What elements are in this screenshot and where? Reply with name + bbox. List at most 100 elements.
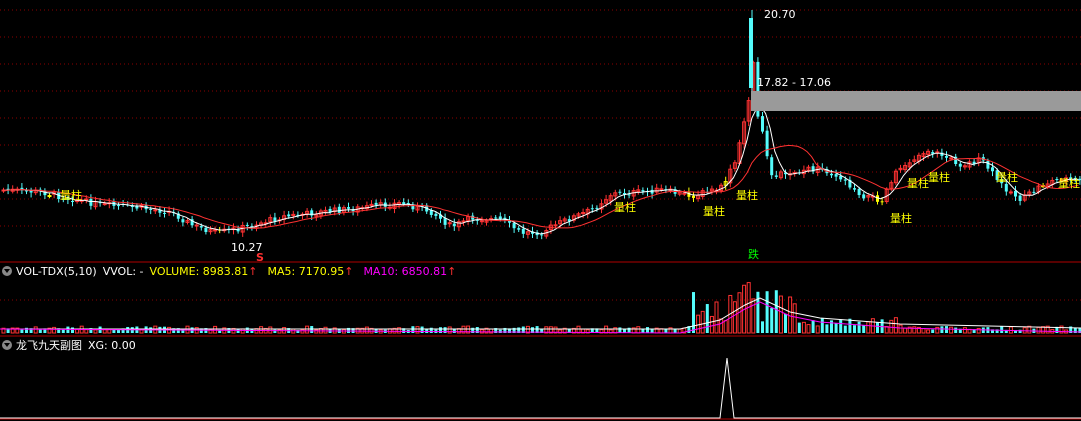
ma5-value: MA5: 7170.95 bbox=[267, 264, 345, 278]
volume-bar bbox=[954, 327, 958, 333]
candle-body bbox=[830, 173, 833, 176]
candle-body bbox=[659, 188, 664, 191]
volume-bar bbox=[935, 326, 940, 334]
volume-bar bbox=[305, 325, 310, 334]
candle-body bbox=[47, 195, 52, 198]
volume-bar bbox=[926, 329, 931, 334]
volume-tag: 量柱 bbox=[614, 201, 636, 214]
volume-bar bbox=[700, 310, 705, 334]
volume-tag: 量柱 bbox=[890, 212, 912, 225]
candle-body bbox=[213, 229, 218, 232]
candle-body bbox=[682, 192, 687, 195]
candle-body bbox=[199, 226, 203, 228]
volume-bar bbox=[931, 329, 935, 333]
moving-average-lines bbox=[1, 106, 1079, 235]
volume-bar bbox=[792, 303, 797, 334]
volume-bar bbox=[778, 295, 783, 334]
volume-bar bbox=[604, 325, 609, 334]
candle-body bbox=[595, 207, 599, 209]
candle-body bbox=[102, 203, 107, 206]
candle-body bbox=[986, 160, 990, 169]
volume-bar bbox=[102, 329, 107, 334]
drop-marker: 跌 bbox=[748, 248, 759, 261]
volume-tag: 量柱 bbox=[907, 177, 929, 190]
volume-bar bbox=[52, 326, 57, 334]
candle-body bbox=[89, 198, 93, 206]
candle-body bbox=[1018, 195, 1022, 201]
volume-tag: 量柱 bbox=[1058, 177, 1080, 190]
vol-indicator-name[interactable]: VOL-TDX(5,10) bbox=[16, 265, 97, 278]
candle-body bbox=[84, 198, 89, 201]
volume-bar bbox=[903, 327, 908, 334]
peak-price-label: 20.70 bbox=[764, 8, 796, 21]
volume-bar bbox=[719, 318, 724, 334]
candle-body bbox=[135, 206, 139, 209]
candle-body bbox=[857, 188, 861, 196]
volume-bar bbox=[949, 326, 954, 334]
volume-bar bbox=[815, 325, 820, 334]
volume-bar bbox=[709, 315, 714, 334]
up-arrow-icon: ↑ bbox=[248, 264, 258, 278]
volume-bar bbox=[797, 322, 801, 333]
candle-body bbox=[880, 201, 884, 203]
candle-body bbox=[181, 219, 185, 223]
volume-bar bbox=[33, 326, 38, 334]
candle-body bbox=[692, 195, 695, 198]
candle-body bbox=[834, 174, 838, 177]
volume-bar bbox=[801, 321, 806, 334]
volume-bar bbox=[696, 314, 701, 334]
candle-body bbox=[153, 209, 158, 212]
volume-bar bbox=[323, 326, 328, 334]
candle-body bbox=[498, 216, 502, 219]
candle-body bbox=[1032, 191, 1036, 193]
candle-body bbox=[337, 206, 341, 213]
volume-bar bbox=[862, 325, 866, 333]
volume-bar bbox=[364, 326, 369, 334]
volume-bar bbox=[784, 313, 787, 333]
ma5-line bbox=[1, 106, 1079, 235]
volume-bar bbox=[20, 329, 24, 333]
volume-bar bbox=[839, 319, 843, 333]
zone-price-label: 17.82 - 17.06 bbox=[757, 76, 831, 89]
volume-bar bbox=[452, 329, 456, 333]
sub-indicator-name[interactable]: 龙飞九天副图 bbox=[16, 337, 82, 353]
volume-bar bbox=[811, 320, 815, 333]
candle-body bbox=[194, 224, 199, 227]
collapse-icon[interactable] bbox=[2, 266, 12, 276]
volume-bar bbox=[770, 308, 774, 333]
candlesticks bbox=[1, 10, 1081, 240]
volume-bar bbox=[765, 291, 769, 333]
candle-body bbox=[839, 176, 843, 180]
volume-bar bbox=[112, 329, 116, 333]
volume-bar bbox=[411, 326, 415, 333]
volume-bar bbox=[692, 292, 695, 333]
xg-signal bbox=[0, 357, 1081, 419]
collapse-icon[interactable] bbox=[2, 340, 12, 350]
candle-body bbox=[25, 190, 28, 192]
candle-body bbox=[991, 167, 994, 172]
volume-bar bbox=[898, 324, 903, 334]
candle-body bbox=[1008, 191, 1013, 194]
candle-body bbox=[517, 228, 521, 230]
resistance-zone bbox=[751, 91, 1081, 111]
ma10-value: MA10: 6850.81 bbox=[363, 264, 448, 278]
volume-ma10-line bbox=[0, 301, 1081, 334]
volume-tag: 量柱 bbox=[736, 189, 758, 202]
volume-bar bbox=[84, 329, 89, 334]
volume-bar bbox=[1036, 326, 1041, 334]
volume-bar bbox=[893, 317, 898, 334]
volume-bar bbox=[498, 329, 502, 333]
volume-bar bbox=[489, 328, 494, 334]
candle-body bbox=[245, 224, 249, 226]
volume-bar bbox=[236, 329, 240, 333]
candle-body bbox=[452, 223, 456, 227]
volume-bar bbox=[420, 326, 424, 333]
volume-bar bbox=[646, 327, 649, 333]
volume-bar bbox=[268, 326, 273, 334]
candle-body bbox=[163, 212, 166, 214]
volume-bar bbox=[866, 321, 871, 334]
volume-bar bbox=[1000, 326, 1004, 333]
candle-body bbox=[1014, 190, 1017, 197]
candle-body bbox=[765, 130, 769, 157]
spike-candle bbox=[749, 18, 753, 88]
